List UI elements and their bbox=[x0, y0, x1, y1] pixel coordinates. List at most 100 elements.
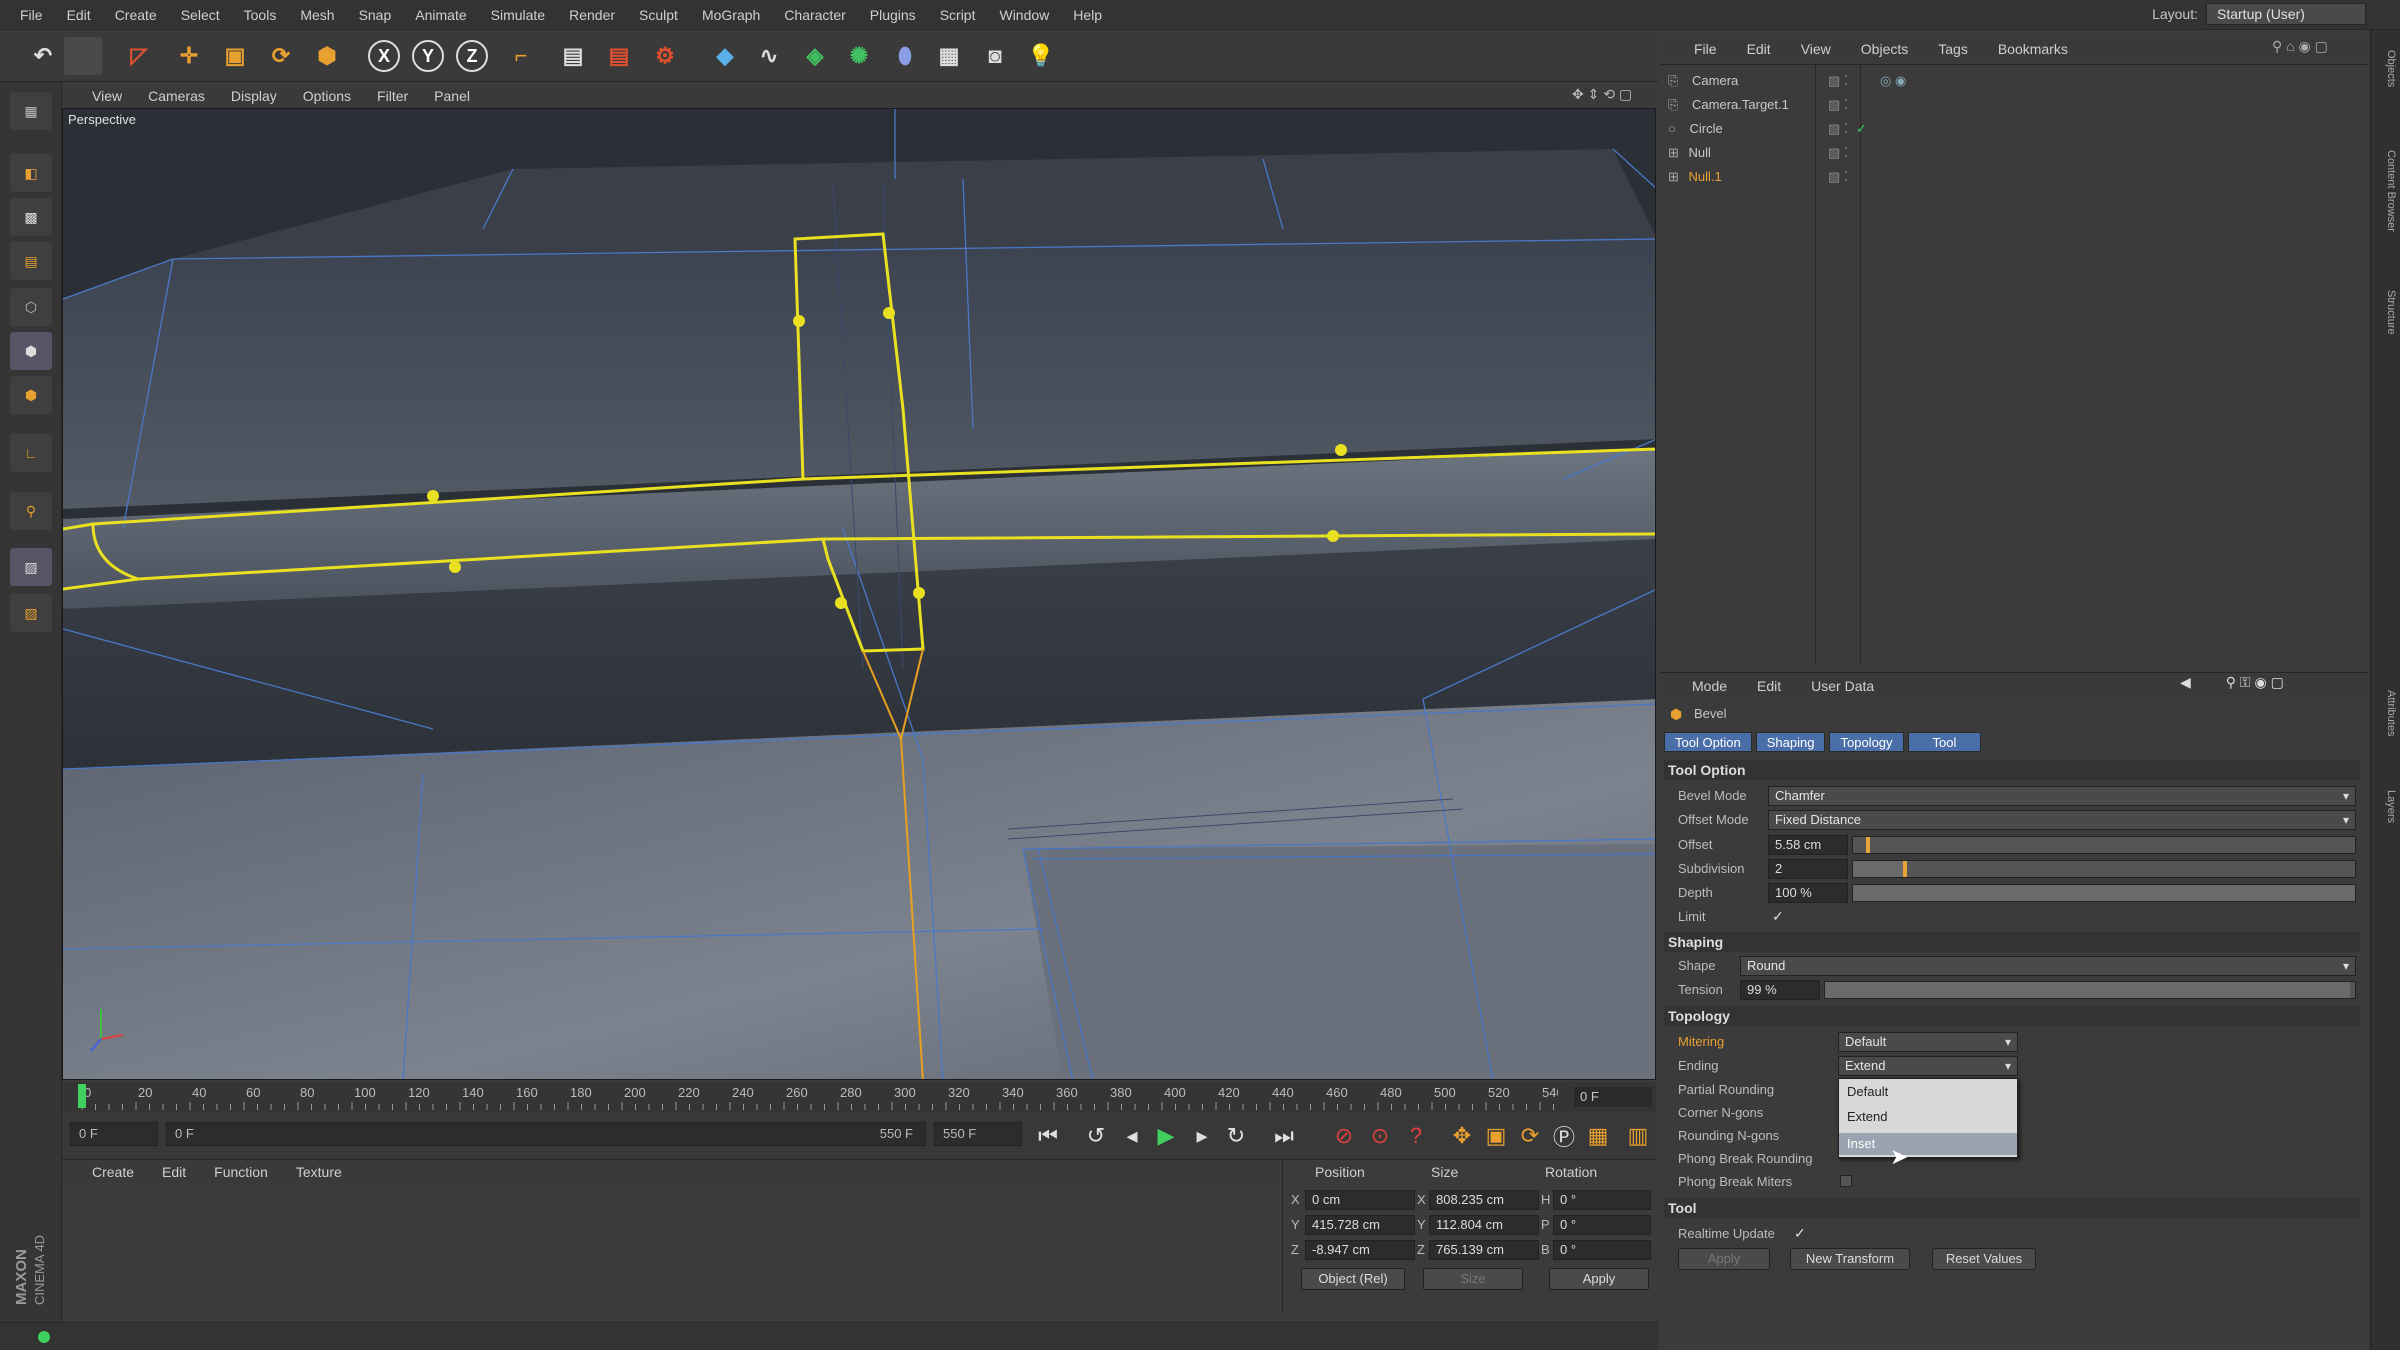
size-y-field[interactable]: 112.804 cm bbox=[1429, 1215, 1539, 1235]
tab-tool[interactable]: Tool bbox=[1907, 732, 1982, 752]
viewport-menu-view[interactable]: View bbox=[92, 88, 122, 104]
previous-frame-icon[interactable]: ◂ bbox=[1116, 1120, 1148, 1152]
offset-field[interactable]: 5.58 cm bbox=[1768, 835, 1848, 855]
objects-menu-tags[interactable]: Tags bbox=[1938, 41, 1968, 57]
object-manager-search-icon[interactable]: ⚲ ⌂ ◉ ▢ bbox=[2272, 38, 2328, 55]
size-mode-dropdown[interactable]: Size bbox=[1423, 1268, 1523, 1290]
cube-icon[interactable]: ◆ bbox=[706, 37, 744, 75]
pos-y-field[interactable]: 415.728 cm bbox=[1305, 1215, 1415, 1235]
ending-option-extend[interactable]: Extend bbox=[1839, 1106, 2017, 1128]
menu-character[interactable]: Character bbox=[784, 7, 845, 23]
polygons-mode-icon[interactable]: ⬢ bbox=[10, 376, 52, 414]
menu-tools[interactable]: Tools bbox=[244, 7, 277, 23]
layout-dropdown[interactable]: Startup (User) bbox=[2206, 3, 2366, 25]
reset-values-button[interactable]: Reset Values bbox=[1932, 1248, 2036, 1270]
ending-dropdown[interactable]: Extend bbox=[1838, 1056, 2018, 1076]
key-position-icon[interactable]: ✥ bbox=[1446, 1120, 1478, 1152]
enabled-check-icon[interactable]: ✓ bbox=[1856, 117, 1867, 141]
attributes-nav-icons[interactable]: ◀ ⚲ ⚿ ◉ ▢ bbox=[2180, 674, 2284, 691]
interpolation-icon[interactable]: ▥ bbox=[1622, 1120, 1654, 1152]
x-axis-lock-icon[interactable]: X bbox=[368, 40, 400, 72]
light-icon[interactable]: 💡 bbox=[1022, 37, 1060, 75]
make-editable-icon[interactable]: ▦ bbox=[10, 92, 52, 130]
object-row-camera-target[interactable]: ⎘ Camera.Target.1 ▨ ⁚ bbox=[1668, 93, 2358, 117]
camera-icon[interactable]: ◙ bbox=[976, 37, 1014, 75]
menu-simulate[interactable]: Simulate bbox=[491, 7, 545, 23]
rot-h-field[interactable]: 0 ° bbox=[1553, 1190, 1651, 1210]
size-x-field[interactable]: 808.235 cm bbox=[1429, 1190, 1539, 1210]
subdivision-field[interactable]: 2 bbox=[1768, 859, 1848, 879]
structure-side-tab[interactable]: Structure bbox=[2375, 290, 2397, 335]
depth-slider[interactable] bbox=[1852, 884, 2356, 902]
timeline-playhead[interactable] bbox=[78, 1084, 86, 1108]
material-menu-function[interactable]: Function bbox=[214, 1164, 268, 1180]
menu-snap[interactable]: Snap bbox=[359, 7, 392, 23]
recent-tool-icon[interactable]: ⬢ bbox=[308, 37, 346, 75]
viewport-perspective[interactable] bbox=[62, 108, 1656, 1080]
limit-checkbox[interactable]: ✓ bbox=[1772, 908, 1784, 925]
objects-side-tab[interactable]: Objects bbox=[2375, 50, 2397, 87]
material-area[interactable] bbox=[62, 1184, 1280, 1314]
material-menu-texture[interactable]: Texture bbox=[296, 1164, 342, 1180]
deformer-icon[interactable]: ⬮ bbox=[886, 37, 924, 75]
floor-icon[interactable]: ▦ bbox=[930, 37, 968, 75]
new-transform-button[interactable]: New Transform bbox=[1790, 1248, 1910, 1270]
viewport-menu-options[interactable]: Options bbox=[303, 88, 351, 104]
shape-dropdown[interactable]: Round bbox=[1740, 956, 2356, 976]
key-rotation-icon[interactable]: ⟳ bbox=[1514, 1120, 1546, 1152]
realtime-update-checkbox[interactable]: ✓ bbox=[1794, 1225, 1806, 1242]
offset-mode-dropdown[interactable]: Fixed Distance bbox=[1768, 810, 2356, 830]
range-slider[interactable]: 0 F 550 F bbox=[166, 1122, 926, 1146]
rot-b-field[interactable]: 0 ° bbox=[1553, 1240, 1651, 1260]
bevel-mode-dropdown[interactable]: Chamfer bbox=[1768, 786, 2356, 806]
coordinate-mode-dropdown[interactable]: Object (Rel) bbox=[1301, 1268, 1405, 1290]
pos-x-field[interactable]: 0 cm bbox=[1305, 1190, 1415, 1210]
redo-icon[interactable] bbox=[64, 37, 102, 75]
y-axis-lock-icon[interactable]: Y bbox=[412, 40, 444, 72]
key-pla-icon[interactable]: ▦ bbox=[1582, 1120, 1614, 1152]
material-menu-create[interactable]: Create bbox=[92, 1164, 134, 1180]
menu-sculpt[interactable]: Sculpt bbox=[639, 7, 678, 23]
size-z-field[interactable]: 765.139 cm bbox=[1429, 1240, 1539, 1260]
tab-topology[interactable]: Topology bbox=[1829, 732, 1904, 752]
timeline-ruler[interactable]: 0 20 40 60 80 100 120 140 160 180 200 220 240 260 280 3… bbox=[78, 1082, 1558, 1110]
content-browser-side-tab[interactable]: Content Browser bbox=[2375, 150, 2397, 232]
menu-plugins[interactable]: Plugins bbox=[870, 7, 916, 23]
pos-z-field[interactable]: -8.947 cm bbox=[1305, 1240, 1415, 1260]
object-row-circle[interactable]: ○ Circle ▨ ⁚ ✓ bbox=[1668, 117, 2358, 141]
key-scale-icon[interactable]: ▣ bbox=[1480, 1120, 1512, 1152]
tweak-mode-icon[interactable]: ⚲ bbox=[10, 492, 52, 530]
menu-window[interactable]: Window bbox=[999, 7, 1049, 23]
attributes-menu-edit[interactable]: Edit bbox=[1757, 678, 1781, 694]
play-icon[interactable]: ▶ bbox=[1150, 1120, 1182, 1152]
live-selection-icon[interactable]: ◸ bbox=[120, 37, 158, 75]
go-to-start-icon[interactable]: ⏮ bbox=[1032, 1120, 1064, 1152]
object-row-null[interactable]: ⊞ Null ▨ ⁚ bbox=[1668, 141, 2358, 165]
apply-button[interactable]: Apply bbox=[1678, 1248, 1770, 1270]
end-frame-field[interactable]: 550 F bbox=[934, 1122, 1022, 1146]
objects-menu-objects[interactable]: Objects bbox=[1861, 41, 1908, 57]
viewport-menu-filter[interactable]: Filter bbox=[377, 88, 408, 104]
tension-slider[interactable] bbox=[1824, 981, 2356, 999]
cloner-icon[interactable]: ✺ bbox=[840, 37, 878, 75]
points-mode-icon[interactable]: ⬡ bbox=[10, 288, 52, 326]
viewport-nav-icons[interactable]: ✥ ⇕ ⟲ ▢ bbox=[1572, 86, 1632, 103]
snap-settings-icon[interactable]: ▨ bbox=[10, 594, 52, 632]
move-icon[interactable]: ✛ bbox=[170, 37, 208, 75]
snap-icon[interactable]: ▨ bbox=[10, 548, 52, 586]
target-tag-icon[interactable]: ◎ ◉ bbox=[1880, 69, 1906, 93]
visibility-dots-icon[interactable]: ▨ ⁚ bbox=[1828, 117, 1848, 141]
menu-mesh[interactable]: Mesh bbox=[300, 7, 334, 23]
menu-file[interactable]: File bbox=[20, 7, 43, 23]
object-row-null-1[interactable]: ⊞ Null.1 ▨ ⁚ bbox=[1668, 165, 2358, 189]
phong-break-miters-checkbox[interactable] bbox=[1840, 1175, 1852, 1187]
menu-edit[interactable]: Edit bbox=[67, 7, 91, 23]
objects-menu-view[interactable]: View bbox=[1801, 41, 1831, 57]
offset-slider[interactable] bbox=[1852, 836, 2356, 854]
mitering-dropdown[interactable]: Default bbox=[1838, 1032, 2018, 1052]
spline-pen-icon[interactable]: ∿ bbox=[750, 37, 788, 75]
go-to-end-icon[interactable]: ⏭ bbox=[1268, 1120, 1300, 1152]
coordinate-system-icon[interactable]: ⌐ bbox=[502, 37, 540, 75]
objects-menu-bookmarks[interactable]: Bookmarks bbox=[1998, 41, 2068, 57]
object-row-camera[interactable]: ⎘ Camera ▨ ⁚ ◎ ◉ bbox=[1668, 69, 2358, 93]
